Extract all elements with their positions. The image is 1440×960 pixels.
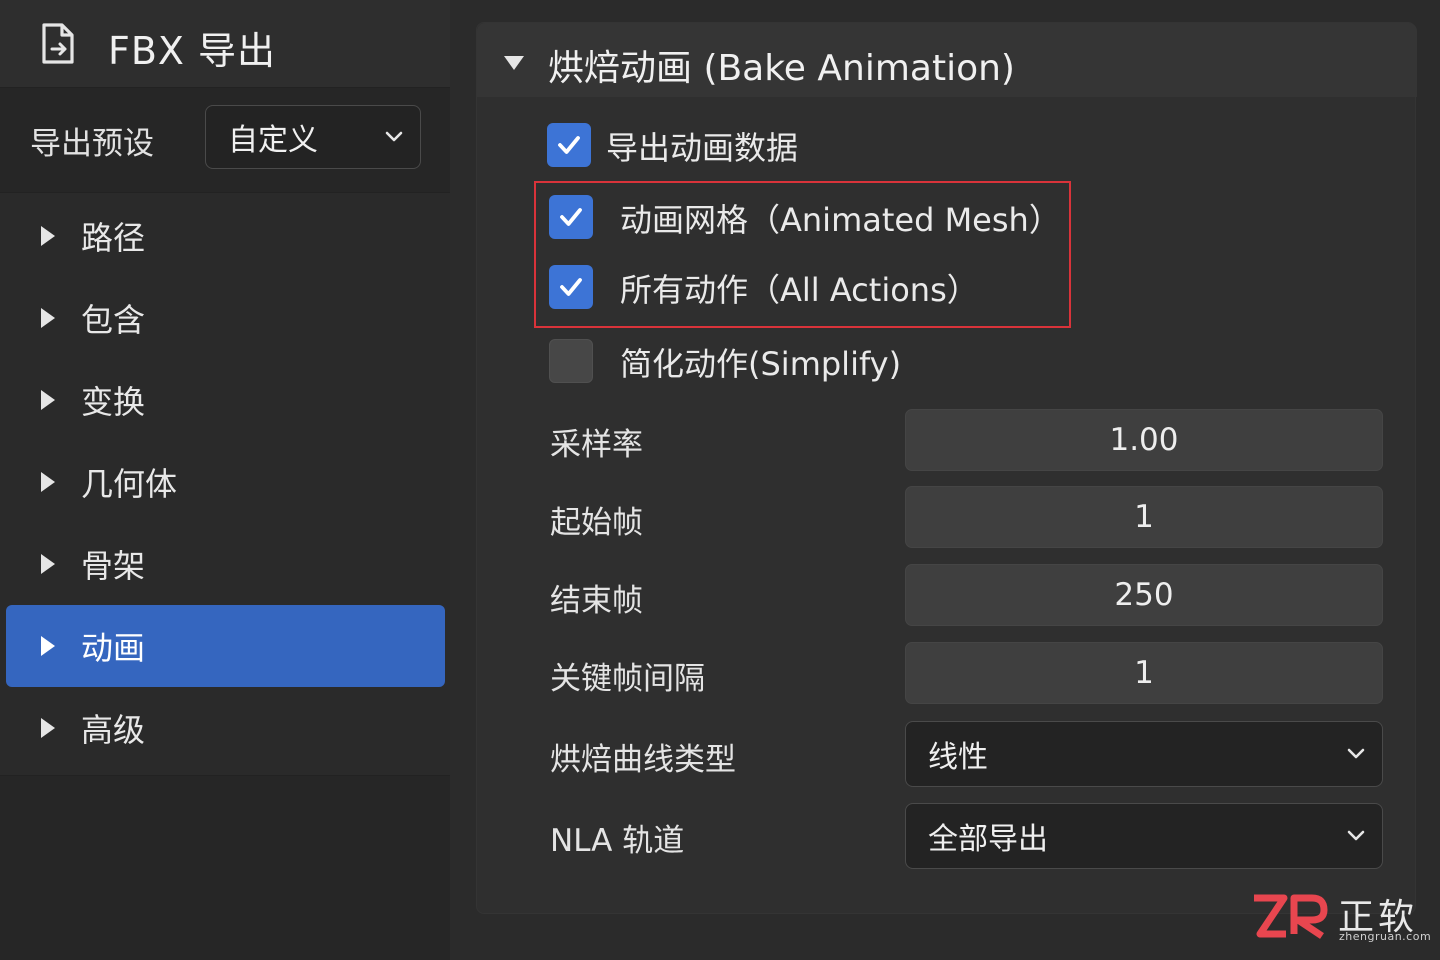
chevron-down-icon [385,131,403,142]
sampling-rate-label: 采样率 [550,427,643,463]
nla-tracks-value: 全部导出 [928,822,1048,857]
sidebar-item-path[interactable]: 路径 [6,195,445,277]
bake-animation-panel: 烘焙动画 (Bake Animation) 导出动画数据 动画网格（Animat… [476,22,1417,914]
all-actions-label: 所有动作（All Actions） [620,271,979,309]
file-export-icon [42,23,74,64]
sampling-rate-input[interactable]: 1.00 [905,409,1383,471]
check-icon [560,278,582,296]
nla-tracks-select[interactable]: 全部导出 [905,803,1383,869]
bake-curve-type-select[interactable]: 线性 [905,721,1383,787]
simplify-checkbox-row[interactable]: 简化动作(Simplify) [547,335,947,387]
window-title: FBX 导出 [108,29,277,73]
preset-select-value: 自定义 [228,123,318,158]
sidebar-item-label: 包含 [81,301,146,339]
animated-mesh-checkbox-row[interactable]: 动画网格（Animated Mesh） [547,191,1067,243]
expand-triangle-icon [41,718,55,738]
section-header[interactable]: 烘焙动画 (Bake Animation) [477,23,1417,97]
export-animation-checkbox[interactable] [547,123,591,167]
export-animation-label: 导出动画数据 [606,129,799,167]
keyframe-interval-label: 关键帧间隔 [550,661,705,697]
bake-curve-type-label: 烘焙曲线类型 [550,742,736,778]
check-icon [558,136,580,154]
title-bar: FBX 导出 [0,0,450,88]
sidebar-item-armature[interactable]: 骨架 [6,523,445,605]
all-actions-checkbox-row[interactable]: 所有动作（All Actions） [547,261,1067,313]
export-animation-checkbox-row[interactable]: 导出动画数据 [545,119,845,171]
zr-logo-icon [1254,894,1328,939]
sidebar-item-label: 变换 [81,383,146,421]
collapse-triangle-icon [504,56,524,70]
sidebar-nav: 路径 包含 变换 几何体 骨架 动画 高级 [0,192,450,776]
sidebar-item-label: 路径 [81,219,146,257]
animated-mesh-label: 动画网格（Animated Mesh） [620,201,1061,239]
expand-triangle-icon [41,308,55,328]
sidebar-item-advanced[interactable]: 高级 [6,687,445,769]
end-frame-label: 结束帧 [550,583,643,619]
chevron-down-icon [1347,748,1365,759]
simplify-label: 简化动作(Simplify) [620,345,902,383]
expand-triangle-icon [41,390,55,410]
left-panel: FBX 导出 导出预设 自定义 路径 包含 变换 几何体 骨架 动画 高级 [0,0,450,960]
keyframe-interval-input[interactable]: 1 [905,642,1383,704]
sidebar-item-label: 骨架 [81,547,146,585]
sidebar-item-label: 几何体 [81,465,178,503]
expand-triangle-icon [41,554,55,574]
sidebar-item-label: 动画 [81,629,146,667]
start-frame-label: 起始帧 [550,505,643,541]
preset-row: 导出预设 自定义 [0,92,450,188]
sidebar-item-animation[interactable]: 动画 [6,605,445,687]
simplify-checkbox[interactable] [549,339,593,383]
end-frame-input[interactable]: 250 [905,564,1383,626]
preset-label: 导出预设 [30,126,154,162]
expand-triangle-icon [41,636,55,656]
preset-select[interactable]: 自定义 [205,105,421,169]
all-actions-checkbox[interactable] [549,265,593,309]
sidebar-item-include[interactable]: 包含 [6,277,445,359]
bake-curve-type-value: 线性 [928,740,988,775]
nla-tracks-label: NLA 轨道 [550,823,685,859]
expand-triangle-icon [41,226,55,246]
start-frame-input[interactable]: 1 [905,486,1383,548]
sidebar-item-label: 高级 [81,711,146,749]
section-title: 烘焙动画 (Bake Animation) [548,48,1015,89]
watermark: 正软 zhengruan.com [1250,886,1432,948]
chevron-down-icon [1347,830,1365,841]
expand-triangle-icon [41,472,55,492]
animated-mesh-checkbox[interactable] [549,195,593,239]
sidebar-item-geometry[interactable]: 几何体 [6,441,445,523]
sidebar-item-transform[interactable]: 变换 [6,359,445,441]
watermark-en: zhengruan.com [1339,930,1432,943]
check-icon [560,208,582,226]
